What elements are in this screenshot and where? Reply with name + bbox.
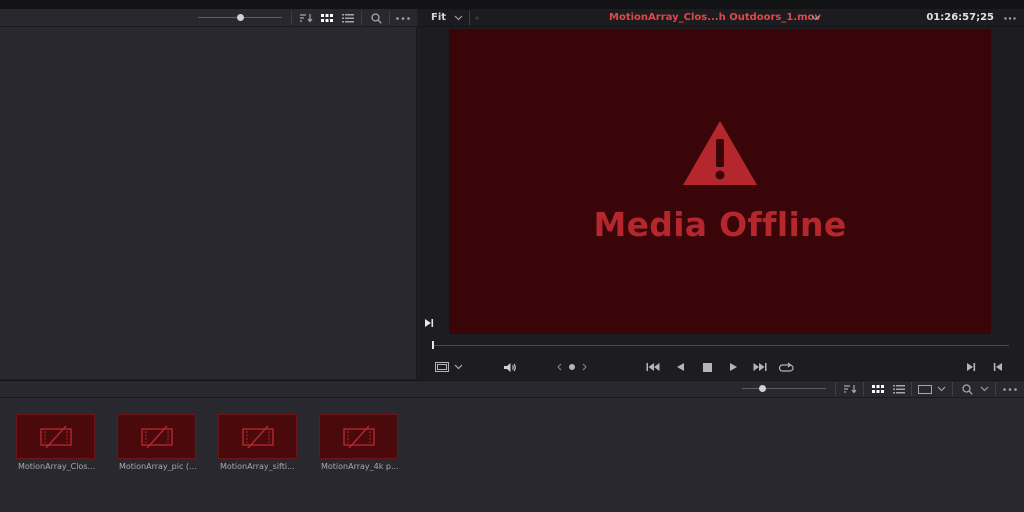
slider-knob[interactable] <box>759 385 766 392</box>
more-options-icon[interactable] <box>1001 380 1019 398</box>
media-storage-browser[interactable] <box>0 27 417 379</box>
toolbar-divider <box>389 11 390 25</box>
offline-clip-icon <box>39 425 72 448</box>
sort-icon[interactable] <box>297 9 315 27</box>
mark-out-icon[interactable] <box>990 358 1006 376</box>
zoom-fit-dropdown[interactable]: Fit <box>431 9 446 27</box>
viewer-timecode: 01:26:57;25 <box>926 12 994 23</box>
grid-view-icon[interactable] <box>869 380 887 398</box>
resolve-media-page: Fit MotionArray_Clos...h Outdoors_1.mov … <box>0 0 1024 512</box>
list-view-icon[interactable] <box>339 9 357 27</box>
media-offline-frame: Media Offline <box>449 29 991 334</box>
offline-clip-icon <box>342 425 375 448</box>
toolbar-divider <box>291 11 292 25</box>
warning-triangle-icon <box>683 121 757 185</box>
slider-knob[interactable] <box>237 14 244 21</box>
clip-label[interactable]: MotionArray_pic (... <box>119 462 209 471</box>
grid-view-icon[interactable] <box>318 9 336 27</box>
toolbar-divider <box>469 11 470 25</box>
clip-label[interactable]: MotionArray_Clos... <box>18 462 108 471</box>
clip-label[interactable]: MotionArray_4k p... <box>321 462 411 471</box>
clip-thumbnail[interactable] <box>218 414 297 459</box>
loop-icon[interactable] <box>777 358 795 376</box>
offline-clip-icon <box>241 425 274 448</box>
chevron-down-icon[interactable] <box>978 380 990 398</box>
mark-in-icon[interactable] <box>423 314 435 332</box>
status-dot-icon <box>473 9 481 27</box>
clip-thumbnail[interactable] <box>319 414 398 459</box>
toolbar-divider <box>361 11 362 25</box>
more-options-icon[interactable] <box>1003 9 1017 27</box>
more-options-icon[interactable] <box>394 9 412 27</box>
sort-icon[interactable] <box>841 380 859 398</box>
audio-volume-icon[interactable] <box>501 358 519 376</box>
chevron-down-icon[interactable] <box>451 9 465 27</box>
toolbar-divider <box>911 382 912 396</box>
play-reverse-icon[interactable] <box>672 358 688 376</box>
playhead[interactable] <box>432 341 434 349</box>
clip-label[interactable]: MotionArray_sifti... <box>220 462 310 471</box>
viewer-mode-icon[interactable] <box>916 380 934 398</box>
toolbar-divider <box>835 382 836 396</box>
offline-clip-icon <box>140 425 173 448</box>
search-icon[interactable] <box>958 380 976 398</box>
chevron-down-icon[interactable] <box>935 380 947 398</box>
chevron-down-icon[interactable] <box>808 9 822 27</box>
clip-thumbnail[interactable] <box>16 414 95 459</box>
mark-in-icon[interactable] <box>963 358 979 376</box>
list-view-icon[interactable] <box>890 380 908 398</box>
bin-thumbnail-size-slider[interactable] <box>742 388 826 389</box>
media-offline-message: Media Offline <box>593 205 847 244</box>
viewer-mode-icon[interactable] <box>433 358 451 376</box>
scrub-timeline-track[interactable] <box>433 345 1009 346</box>
jump-to-end-icon[interactable] <box>751 358 769 376</box>
clip-thumbnail[interactable] <box>117 414 196 459</box>
jog-wheel[interactable] <box>554 358 590 376</box>
chevron-down-icon[interactable] <box>452 358 464 376</box>
jump-to-start-icon[interactable] <box>644 358 662 376</box>
toolbar-divider <box>863 382 864 396</box>
play-icon[interactable] <box>725 358 741 376</box>
stop-icon[interactable] <box>699 358 715 376</box>
title-strip <box>0 0 1024 9</box>
toolbar-divider <box>995 382 996 396</box>
toolbar-divider <box>952 382 953 396</box>
search-icon[interactable] <box>367 9 385 27</box>
